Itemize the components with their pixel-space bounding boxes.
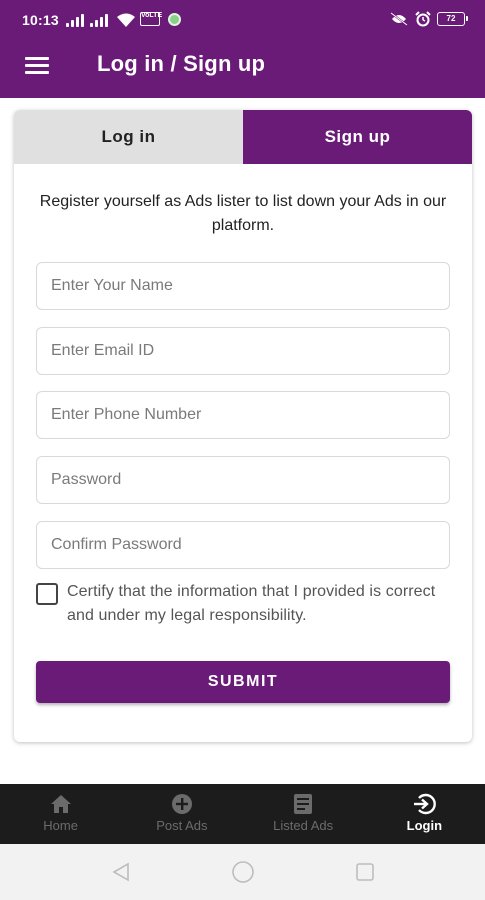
- phone-input[interactable]: [37, 392, 449, 438]
- bottom-nav: Home Post Ads Listed Ads Login: [0, 784, 485, 844]
- login-icon: [414, 793, 437, 815]
- nav-item-listed-ads[interactable]: Listed Ads: [243, 784, 364, 844]
- wifi-icon: [117, 13, 135, 27]
- top-bar: 10:13 VoLTE 72 Log in / Sign up: [0, 0, 485, 98]
- status-time: 10:13: [22, 12, 59, 28]
- signal-2-icon: [90, 13, 112, 27]
- email-field: [36, 327, 450, 375]
- confirm-password-field: [36, 521, 450, 569]
- data-saver-off-icon: [390, 12, 408, 26]
- tab-log-in[interactable]: Log in: [14, 110, 243, 164]
- home-icon: [50, 795, 71, 813]
- list-icon: [294, 794, 313, 814]
- certify-checkbox[interactable]: [36, 583, 58, 605]
- status-right: 72: [389, 11, 468, 27]
- email-input[interactable]: [37, 328, 449, 374]
- whatsapp-notification-icon: [168, 13, 181, 26]
- auth-tabs: Log in Sign up: [14, 110, 472, 164]
- nav-label-listed-ads: Listed Ads: [273, 818, 334, 833]
- status-bar: 10:13 VoLTE 72: [0, 0, 485, 40]
- battery-icon: 72: [437, 12, 468, 26]
- signal-1-icon: [66, 13, 88, 27]
- nav-item-home[interactable]: Home: [0, 784, 121, 844]
- volte-icon: VoLTE: [140, 12, 162, 26]
- submit-button[interactable]: SUBMIT: [36, 661, 450, 703]
- home-circle-icon[interactable]: [231, 861, 255, 883]
- password-input[interactable]: [37, 457, 449, 503]
- alarm-icon: [415, 11, 431, 27]
- nav-label-login: Login: [406, 818, 443, 833]
- password-field: [36, 456, 450, 504]
- phone-field: [36, 391, 450, 439]
- recents-square-icon[interactable]: [354, 861, 376, 883]
- auth-card: Log in Sign up Register yourself as Ads …: [14, 110, 472, 742]
- name-input[interactable]: [37, 263, 449, 309]
- nav-label-home: Home: [43, 818, 78, 833]
- nav-label-post-ads: Post Ads: [156, 818, 208, 833]
- back-triangle-icon[interactable]: [110, 861, 132, 883]
- add-circle-icon: [171, 794, 192, 814]
- certify-label: Certify that the information that I prov…: [67, 583, 436, 624]
- system-nav-bar: [0, 844, 485, 900]
- page-title: Log in / Sign up: [97, 51, 266, 76]
- signup-intro-text: Register yourself as Ads lister to list …: [39, 193, 447, 234]
- certify-row: Certify that the information that I prov…: [36, 580, 456, 632]
- nav-item-post-ads[interactable]: Post Ads: [121, 784, 242, 844]
- app-bar: Log in / Sign up: [0, 40, 485, 98]
- name-field: [36, 262, 450, 310]
- tab-sign-up[interactable]: Sign up: [243, 110, 472, 164]
- confirm-password-input[interactable]: [37, 522, 449, 568]
- nav-item-login[interactable]: Login: [364, 784, 485, 844]
- hamburger-menu-icon[interactable]: [22, 52, 54, 80]
